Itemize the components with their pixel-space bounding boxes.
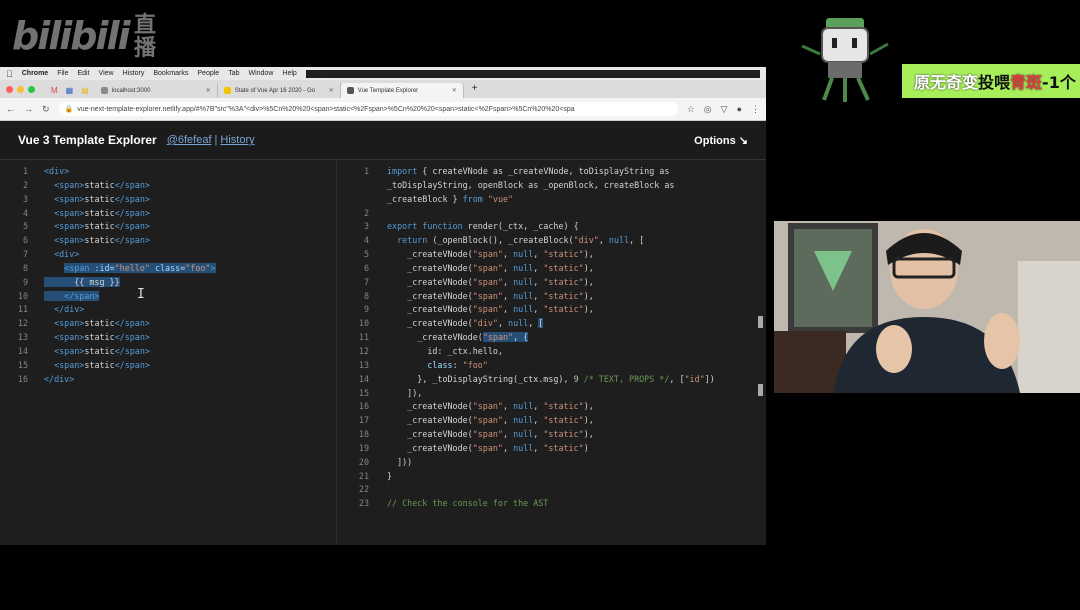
menu-people[interactable]: People	[197, 70, 219, 77]
menu-help[interactable]: Help	[282, 70, 296, 77]
flag-icon[interactable]: ▭	[374, 70, 381, 78]
history-link[interactable]: History	[220, 134, 254, 146]
menu-window[interactable]: Window	[248, 70, 273, 77]
close-tab-icon[interactable]: ✕	[452, 87, 457, 94]
spotlight-icon[interactable]: ⌕	[436, 70, 440, 78]
editor-panes: 1 <div> 2 <span>static</span> 3 <span>sta…	[0, 160, 766, 544]
wechat-icon[interactable]: ◉	[320, 70, 326, 78]
globe-icon	[100, 87, 108, 94]
menu-edit[interactable]: Edit	[77, 70, 89, 77]
template-editor[interactable]: 1 <div> 2 <span>static</span> 3 <span>sta…	[0, 160, 337, 544]
battery-label[interactable]: 100%	[348, 70, 366, 77]
banner-text-3: 青斑	[1010, 73, 1043, 92]
calendar-icon[interactable]: ▦	[66, 86, 74, 95]
clock[interactable]: Tue 9:30 AM	[389, 70, 428, 77]
bilibili-logo: bilibili	[12, 14, 131, 58]
close-tab-icon[interactable]: ✕	[206, 87, 211, 94]
live-badge: 直播	[134, 13, 157, 61]
menu-tab[interactable]: Tab	[228, 70, 239, 77]
compiled-output[interactable]: 1 import { createVNode as _createVNode, t…	[337, 160, 766, 544]
tab-localhost[interactable]: localhost:3000 ✕	[95, 83, 218, 98]
mac-menubar:  Chrome File Edit View History Bookmark…	[0, 67, 766, 80]
menu-list-icon[interactable]: ☰	[448, 70, 454, 78]
webcam-feed	[774, 221, 1080, 393]
menu-view[interactable]: View	[99, 70, 114, 77]
banner-text-1: 原无奇变	[914, 73, 979, 92]
link-separator: |	[214, 134, 218, 146]
slides-icon	[223, 87, 231, 94]
more-icon[interactable]: ⋮	[751, 104, 760, 115]
tab-state-of-vue[interactable]: State of Vue Apr 16 2020 - Go ✕	[218, 83, 341, 98]
vue-icon	[346, 87, 354, 94]
back-icon[interactable]: ←	[6, 104, 15, 114]
address-toolbar: ← → ↻ 🔒 vue-next-template-explorer.netli…	[0, 98, 766, 121]
options-button[interactable]: Options ↘	[694, 134, 748, 147]
text-cursor-icon: I	[137, 287, 145, 302]
tab-label: localhost:3000	[111, 87, 151, 94]
extension-icon[interactable]: ◎	[704, 104, 712, 115]
banner-text-4: -1个	[1042, 73, 1076, 92]
scrollbar-marker	[758, 316, 763, 328]
pinned-tabs: M ▦ ▤	[45, 83, 95, 98]
page-title: Vue 3 Template Explorer	[18, 133, 157, 147]
tab-bar: M ▦ ▤ localhost:3000 ✕ State of Vue Apr …	[0, 80, 766, 98]
close-window-icon[interactable]	[6, 85, 13, 93]
tab-label: Vue Template Explorer	[357, 87, 419, 94]
filter-icon[interactable]: ▽	[721, 104, 728, 115]
reload-icon[interactable]: ↻	[42, 104, 50, 115]
close-tab-icon[interactable]: ✕	[329, 87, 334, 94]
commit-link[interactable]: @6fefeaf	[167, 134, 212, 146]
banner-text-2: 投喂	[978, 73, 1011, 92]
wifi-icon[interactable]: ◠	[334, 70, 340, 78]
minimize-window-icon[interactable]	[17, 85, 24, 93]
dropbox-icon[interactable]: ❖	[306, 70, 312, 78]
bilibili-watermark: bilibili 直播	[12, 14, 156, 60]
gmail-icon[interactable]: M	[51, 86, 58, 95]
address-bar[interactable]: 🔒 vue-next-template-explorer.netlify.app…	[58, 102, 678, 116]
apple-icon[interactable]: 	[6, 69, 13, 79]
menu-app-name[interactable]: Chrome	[22, 70, 48, 77]
new-tab-button[interactable]: +	[472, 83, 478, 98]
forward-icon[interactable]: →	[24, 104, 33, 114]
zoom-window-icon[interactable]	[28, 85, 35, 93]
window-controls	[6, 80, 35, 98]
browser-window:  Chrome File Edit View History Bookmark…	[0, 67, 766, 545]
tab-label: State of Vue Apr 16 2020 - Go	[234, 87, 315, 94]
url-text: vue-next-template-explorer.netlify.app/#…	[77, 105, 575, 113]
menu-file[interactable]: File	[57, 70, 68, 77]
notes-icon[interactable]: ▤	[81, 86, 89, 95]
app-header: Vue 3 Template Explorer @6fefeaf | Histo…	[0, 121, 766, 160]
scrollbar-marker	[758, 384, 763, 396]
lock-icon: 🔒	[64, 106, 74, 113]
menubar-status: ❖ ◉ ◠ 100% ▭ Tue 9:30 AM ⌕ ☰	[305, 69, 760, 78]
avatar[interactable]: ●	[737, 104, 742, 114]
gift-banner: 原无奇变 投喂 青斑 -1个	[902, 64, 1080, 98]
menu-bookmarks[interactable]: Bookmarks	[153, 70, 188, 77]
star-icon[interactable]: ☆	[687, 104, 695, 115]
menu-history[interactable]: History	[123, 70, 145, 77]
tab-vue-template-explorer[interactable]: Vue Template Explorer ✕	[340, 83, 464, 98]
robot-mascot-icon	[801, 18, 889, 102]
